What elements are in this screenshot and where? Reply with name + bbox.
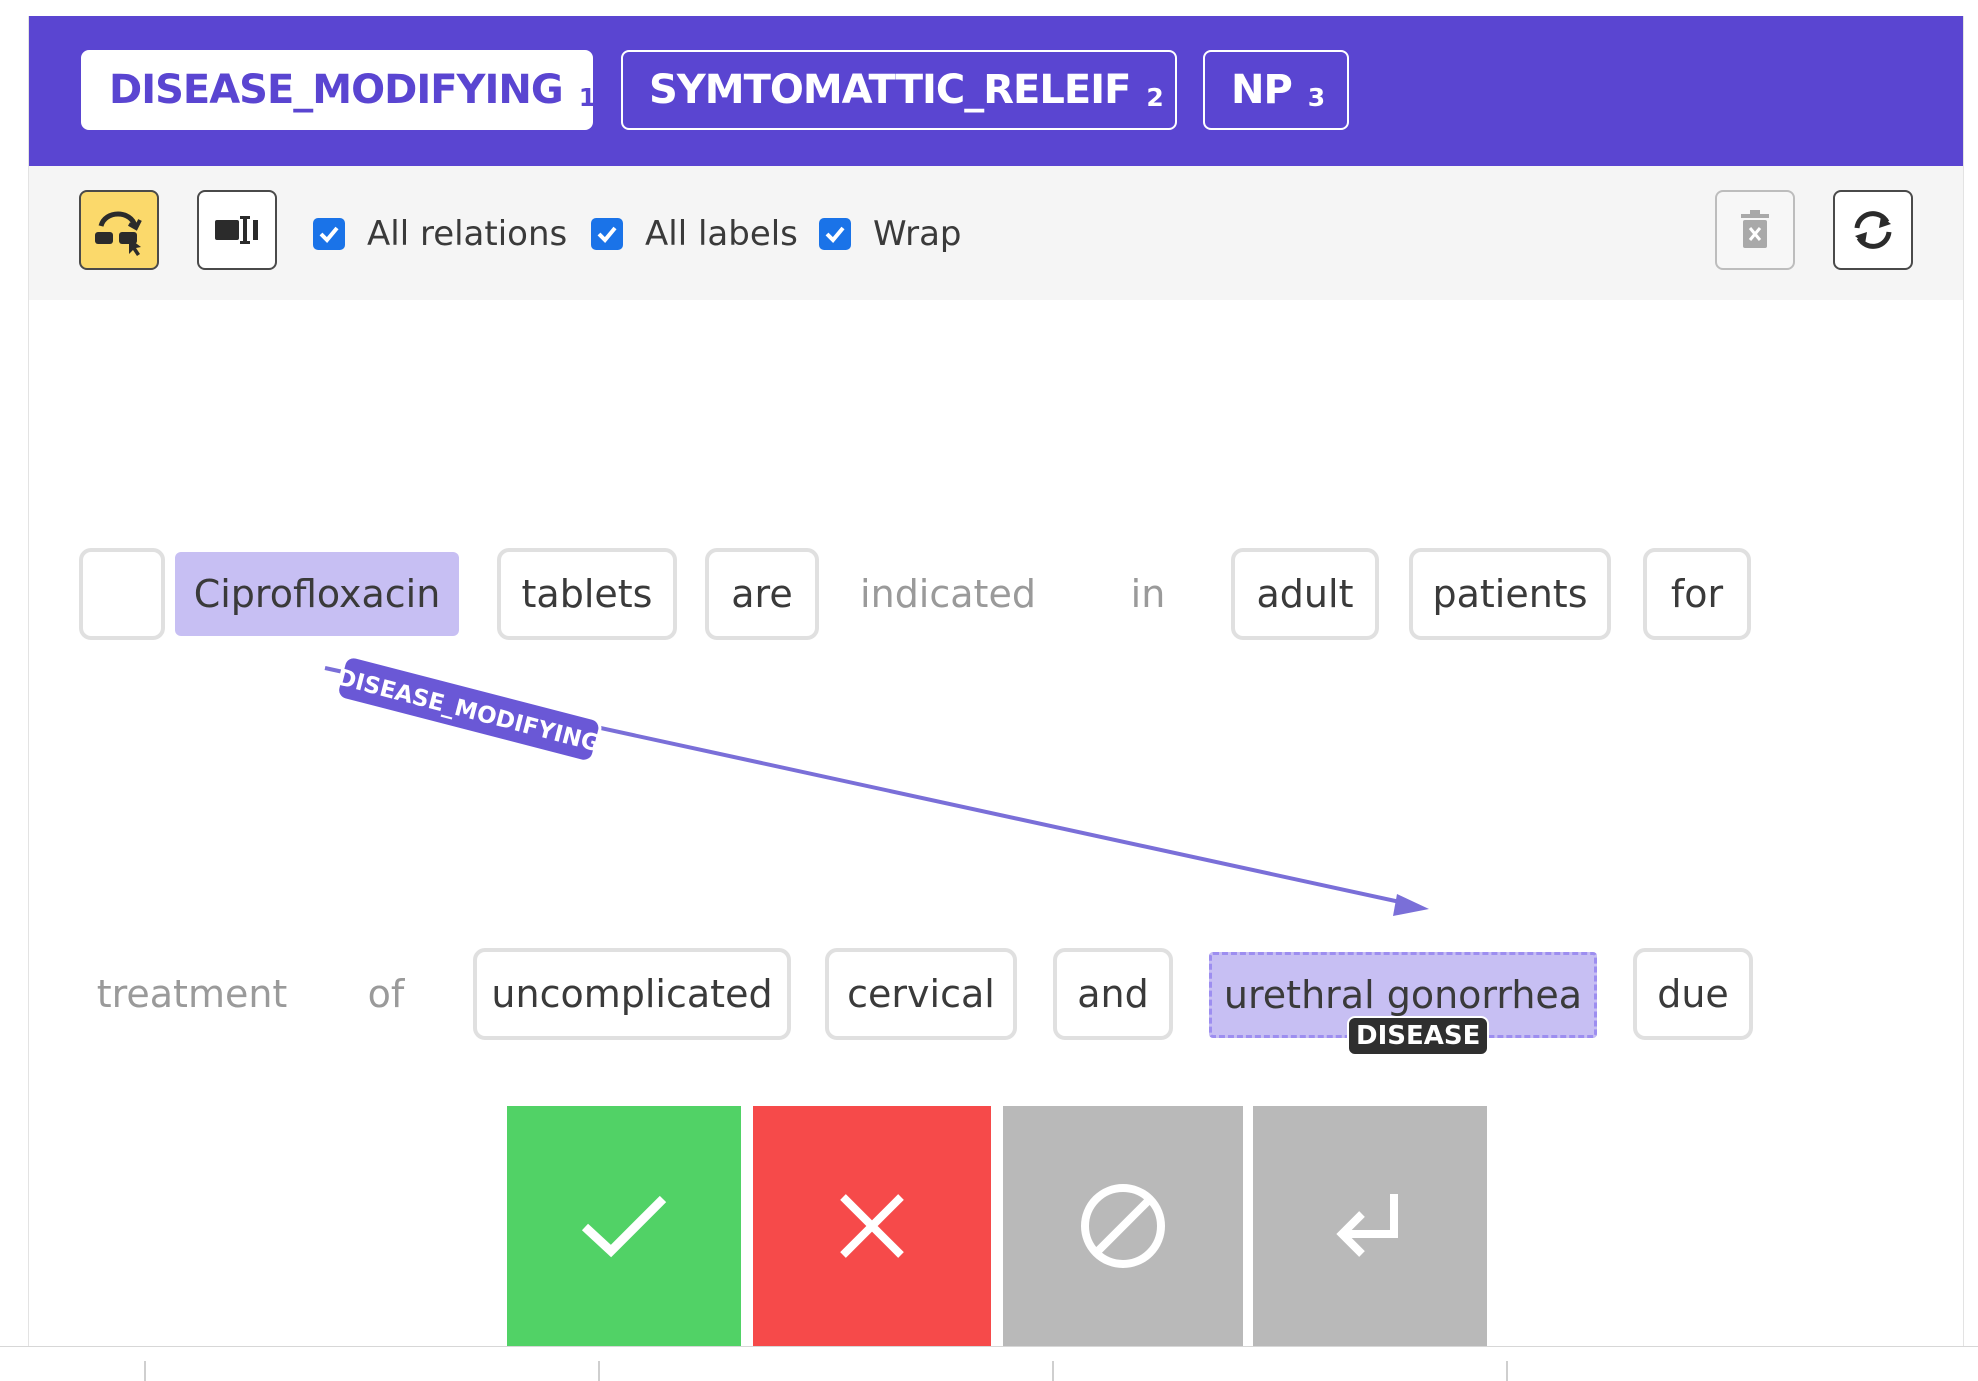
skip-button[interactable] xyxy=(1003,1106,1243,1346)
token-text: of xyxy=(367,972,405,1016)
divider xyxy=(1506,1361,1508,1381)
token-and[interactable]: and xyxy=(1053,948,1173,1040)
token-text: indicated xyxy=(860,572,1036,616)
token-treatment[interactable]: treatment xyxy=(96,948,288,1040)
token-text: for xyxy=(1670,572,1724,616)
token-text: and xyxy=(1077,972,1149,1016)
token-empty[interactable] xyxy=(79,548,165,640)
submit-button[interactable] xyxy=(1253,1106,1487,1346)
ban-icon xyxy=(1081,1184,1165,1268)
accept-button[interactable] xyxy=(507,1106,741,1346)
token-text: patients xyxy=(1432,572,1588,616)
token-are[interactable]: are xyxy=(705,548,819,640)
bottom-tab-strip xyxy=(0,1346,1978,1381)
token-text: in xyxy=(1130,572,1166,616)
token-text: due xyxy=(1657,972,1729,1016)
token-text: are xyxy=(731,572,793,616)
token-due[interactable]: due xyxy=(1633,948,1753,1040)
token-text: urethral gonorrhea xyxy=(1223,973,1583,1017)
relation-arrowhead xyxy=(1393,894,1429,916)
divider xyxy=(598,1361,600,1381)
entity-label-tag: DISEASE xyxy=(1347,1016,1490,1056)
divider xyxy=(1052,1361,1054,1381)
token-indicated[interactable]: indicated xyxy=(853,548,1043,640)
token-tablets[interactable]: tablets xyxy=(497,548,677,640)
check-icon xyxy=(581,1195,667,1258)
token-uncomplicated[interactable]: uncomplicated xyxy=(473,948,791,1040)
token-for[interactable]: for xyxy=(1643,548,1751,640)
token-text: Ciprofloxacin xyxy=(193,572,441,616)
token-cervical[interactable]: cervical xyxy=(825,948,1017,1040)
token-text: cervical xyxy=(847,972,995,1016)
token-text: adult xyxy=(1256,572,1354,616)
token-text: treatment xyxy=(96,972,288,1016)
token-patients[interactable]: patients xyxy=(1409,548,1611,640)
relation-arrow-layer: DISEASE_MODIFYING xyxy=(324,654,1429,916)
token-text: uncomplicated xyxy=(491,972,773,1016)
token-text: tablets xyxy=(521,572,653,616)
x-icon xyxy=(840,1194,904,1258)
enter-arrow-icon xyxy=(1336,1194,1398,1257)
token-adult[interactable]: adult xyxy=(1231,548,1379,640)
divider xyxy=(144,1361,146,1381)
token-in[interactable]: in xyxy=(1123,548,1173,640)
relation-label-tag[interactable]: DISEASE_MODIFYING xyxy=(332,654,605,764)
entity-span-ciprofloxacin[interactable]: Ciprofloxacin xyxy=(175,552,459,636)
token-of[interactable]: of xyxy=(361,948,411,1040)
reject-button[interactable] xyxy=(753,1106,991,1346)
annotation-panel: DISEASE_MODIFYING 1 SYMTOMATTIC_RELEIF 2… xyxy=(28,16,1964,1346)
